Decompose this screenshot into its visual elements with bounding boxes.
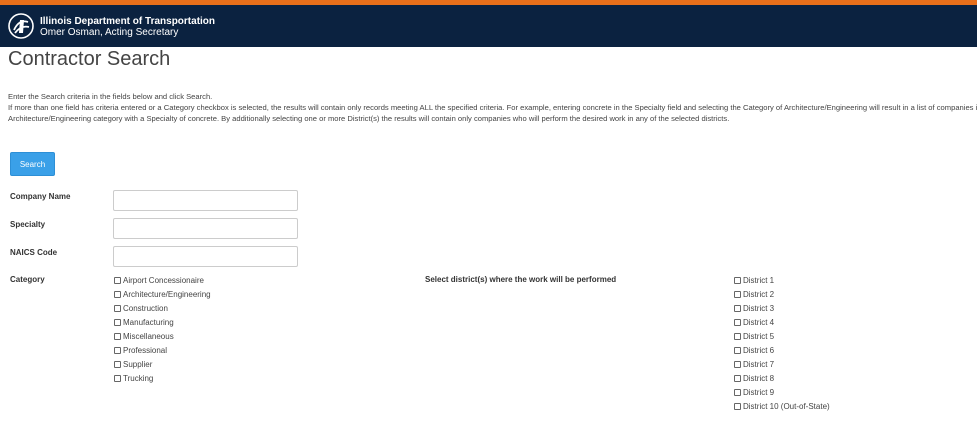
checkbox[interactable] xyxy=(734,374,741,382)
checkbox[interactable] xyxy=(114,346,121,354)
search-button[interactable]: Search xyxy=(10,152,55,176)
checkbox[interactable] xyxy=(114,276,121,284)
naics-code-label: NAICS Code xyxy=(10,248,58,257)
company-name-label: Company Name xyxy=(10,192,71,201)
category-label: Category xyxy=(10,275,45,284)
district-option-label: District 3 xyxy=(743,303,775,313)
instruction-line-2: If more than one field has criteria ente… xyxy=(8,103,977,112)
search-instructions: Enter the Search criteria in the fields … xyxy=(8,91,977,124)
specialty-label: Specialty xyxy=(10,220,46,229)
site-header: Illinois Department of Transportation Om… xyxy=(0,5,977,47)
district-option-label: District 8 xyxy=(743,373,775,383)
district-option-label: District 6 xyxy=(743,345,775,355)
checkbox[interactable] xyxy=(734,388,741,396)
district-option[interactable]: District 6 xyxy=(734,343,830,357)
category-option[interactable]: Construction xyxy=(114,301,211,315)
district-option-label: District 1 xyxy=(743,275,775,285)
category-option[interactable]: Supplier xyxy=(114,357,211,371)
specialty-input[interactable] xyxy=(113,218,298,239)
district-option-label: District 9 xyxy=(743,387,775,397)
checkbox[interactable] xyxy=(734,402,741,410)
checkbox[interactable] xyxy=(114,332,121,340)
page-title: Contractor Search xyxy=(8,48,171,70)
category-option-label: Manufacturing xyxy=(123,317,174,327)
checkbox[interactable] xyxy=(734,332,741,340)
category-option[interactable]: Miscellaneous xyxy=(114,329,211,343)
agency-heading: Illinois Department of Transportation Om… xyxy=(40,16,215,38)
district-option[interactable]: District 7 xyxy=(734,357,830,371)
category-option-label: Professional xyxy=(123,345,168,355)
district-option[interactable]: District 9 xyxy=(734,385,830,399)
district-option-label: District 2 xyxy=(743,289,775,299)
district-option[interactable]: District 1 xyxy=(734,273,830,287)
agency-name: Illinois Department of Transportation xyxy=(40,16,216,27)
checkbox[interactable] xyxy=(734,360,741,368)
category-option[interactable]: Manufacturing xyxy=(114,315,211,329)
checkbox[interactable] xyxy=(734,304,741,312)
district-option[interactable]: District 2 xyxy=(734,287,830,301)
company-name-input[interactable] xyxy=(113,190,298,211)
district-option[interactable]: District 10 (Out-of-State) xyxy=(734,399,830,413)
district-option[interactable]: District 3 xyxy=(734,301,830,315)
category-option-label: Trucking xyxy=(123,373,154,383)
checkbox[interactable] xyxy=(734,290,741,298)
checkbox[interactable] xyxy=(114,374,121,382)
idot-logo-icon[interactable] xyxy=(8,13,34,39)
instruction-line-1: Enter the Search criteria in the fields … xyxy=(8,92,213,101)
category-option-label: Airport Concessionaire xyxy=(123,275,204,285)
district-selection-label: Select district(s) where the work will b… xyxy=(425,275,617,284)
checkbox[interactable] xyxy=(734,318,741,326)
district-option[interactable]: District 5 xyxy=(734,329,830,343)
checkbox[interactable] xyxy=(114,290,121,298)
category-option-label: Miscellaneous xyxy=(123,331,174,341)
district-option-label: District 10 (Out-of-State) xyxy=(743,401,830,411)
category-option-label: Architecture/Engineering xyxy=(123,289,211,299)
category-option[interactable]: Professional xyxy=(114,343,211,357)
checkbox[interactable] xyxy=(734,276,741,284)
checkbox[interactable] xyxy=(114,360,121,368)
checkbox[interactable] xyxy=(114,318,121,326)
district-option[interactable]: District 8 xyxy=(734,371,830,385)
district-option[interactable]: District 4 xyxy=(734,315,830,329)
category-checkbox-list: Airport Concessionaire Architecture/Engi… xyxy=(114,273,211,385)
instruction-line-3: Architecture/Engineering category with a… xyxy=(8,114,730,123)
checkbox[interactable] xyxy=(734,346,741,354)
category-option[interactable]: Airport Concessionaire xyxy=(114,273,211,287)
naics-code-input[interactable] xyxy=(113,246,298,267)
category-option-label: Supplier xyxy=(123,359,153,369)
district-checkbox-list: District 1 District 2 District 3 Distric… xyxy=(734,273,830,413)
district-option-label: District 5 xyxy=(743,331,775,341)
category-option[interactable]: Trucking xyxy=(114,371,211,385)
checkbox[interactable] xyxy=(114,304,121,312)
category-option[interactable]: Architecture/Engineering xyxy=(114,287,211,301)
district-option-label: District 7 xyxy=(743,359,775,369)
secretary-name: Omer Osman, Acting Secretary xyxy=(40,27,179,38)
district-option-label: District 4 xyxy=(743,317,775,327)
category-option-label: Construction xyxy=(123,303,168,313)
